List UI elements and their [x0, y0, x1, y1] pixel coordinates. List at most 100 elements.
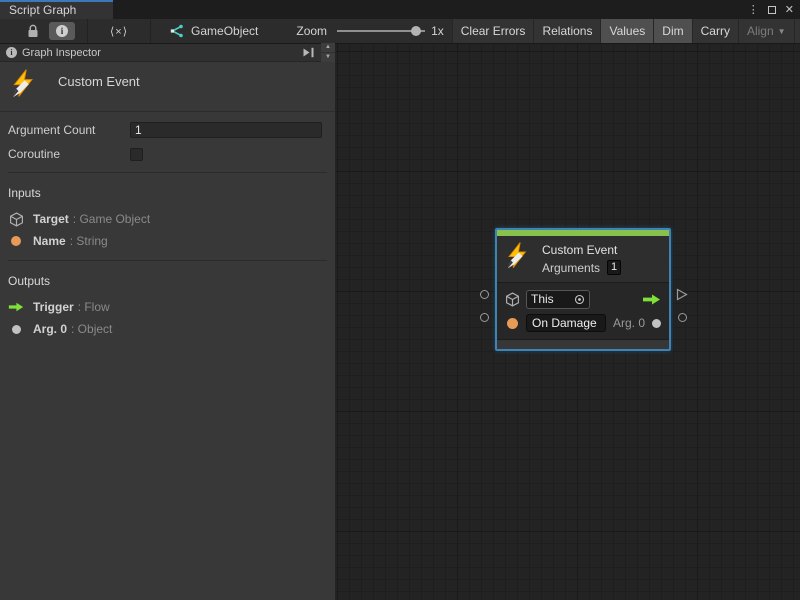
object-value-icon: [8, 321, 24, 337]
event-name-field[interactable]: On Damage: [526, 314, 606, 332]
inspected-node-header: Custom Event: [0, 62, 335, 112]
unity-script-graph-window: Script Graph ⋮ ✕ i ⟨×⟩: [0, 0, 800, 600]
tab-script-graph[interactable]: Script Graph: [0, 0, 113, 19]
scroll-down-icon[interactable]: ▼: [321, 53, 335, 62]
dim-button[interactable]: Dim: [653, 19, 691, 44]
coroutine-checkbox[interactable]: [130, 148, 143, 161]
argument-count-label: Argument Count: [8, 123, 130, 137]
output-port-trigger[interactable]: [676, 288, 688, 301]
info-icon: i: [6, 47, 17, 58]
zoom-slider[interactable]: [337, 25, 425, 37]
string-value-icon: [505, 316, 520, 331]
panel-spinner: ▲ ▼: [321, 43, 335, 62]
custom-event-icon: [10, 69, 40, 99]
port-name: Arg. 0: [33, 322, 67, 336]
node-header-text: Custom Event Arguments 1: [542, 242, 621, 275]
graph-owner-button[interactable]: [169, 24, 184, 38]
maximize-icon[interactable]: [768, 6, 776, 14]
section-divider: [8, 172, 327, 173]
argument-count-input[interactable]: 1: [130, 122, 322, 138]
distribute-button[interactable]: Distribute ▼: [794, 19, 800, 44]
node-name-row: On Damage Arg. 0: [505, 313, 661, 333]
arg0-port-dot: [652, 319, 661, 328]
button-label: Align: [747, 24, 774, 38]
arguments-label: Arguments: [542, 261, 600, 275]
dock-panel-icon[interactable]: [302, 47, 315, 58]
gameobject-icon: [169, 24, 184, 38]
port-name: Name: [33, 234, 66, 248]
node-target-row: This: [505, 289, 661, 309]
cube-icon: [8, 211, 24, 227]
values-button[interactable]: Values: [600, 19, 653, 44]
custom-event-icon: [505, 242, 533, 270]
port-name: Target: [33, 212, 69, 226]
input-row-target: Target : Game Object: [8, 208, 327, 230]
window-controls: ⋮ ✕: [748, 0, 794, 19]
flow-arrow-icon: [8, 299, 24, 315]
node-title: Custom Event: [542, 243, 621, 257]
target-picker-icon[interactable]: [574, 294, 585, 305]
flow-arrow-icon: [642, 294, 661, 305]
chevron-down-icon: ▼: [778, 27, 786, 36]
arg0-port-label: Arg. 0: [613, 316, 645, 330]
port-type: : String: [70, 234, 108, 248]
port-name: Trigger: [33, 300, 74, 314]
arguments-count-field[interactable]: 1: [607, 260, 621, 275]
zoom-value: 1x: [431, 24, 444, 38]
relations-button[interactable]: Relations: [533, 19, 600, 44]
custom-event-node[interactable]: Custom Event Arguments 1: [495, 228, 671, 351]
node-header[interactable]: Custom Event Arguments 1: [497, 236, 669, 282]
inputs-header: Inputs: [8, 186, 327, 200]
carry-button[interactable]: Carry: [692, 19, 738, 44]
scroll-up-icon[interactable]: ▲: [321, 43, 335, 52]
zoom-label: Zoom: [296, 24, 327, 38]
button-label: Carry: [701, 24, 730, 38]
gameobject-label[interactable]: GameObject: [191, 24, 258, 38]
input-port-target[interactable]: [480, 290, 489, 299]
graph-toolbar: i ⟨×⟩ GameObject Zoom 1x Clear Errors: [0, 19, 800, 44]
inputs-section: Inputs Target : Game Object Name : Strin…: [0, 177, 335, 265]
target-dropdown-value: This: [531, 292, 574, 306]
output-row-arg0: Arg. 0 : Object: [8, 318, 327, 340]
button-label: Dim: [662, 24, 683, 38]
lock-button[interactable]: [27, 24, 39, 38]
zoom-slider-handle[interactable]: [411, 26, 421, 36]
close-icon[interactable]: ✕: [785, 3, 794, 16]
section-divider: [8, 260, 327, 261]
inspector-toggle-button[interactable]: i: [49, 22, 75, 40]
target-dropdown[interactable]: This: [526, 290, 590, 309]
node-arguments-row: Arguments 1: [542, 260, 621, 275]
toolbar-divider: [150, 19, 151, 43]
coroutine-row: Coroutine: [8, 144, 327, 164]
input-row-name: Name : String: [8, 230, 327, 252]
port-type: : Game Object: [73, 212, 150, 226]
edit-code-button[interactable]: ⟨×⟩: [110, 25, 128, 38]
graph-inspector-panel: i Graph Inspector ▲ ▼ Custom Event: [0, 44, 336, 600]
graph-canvas[interactable]: Custom Event Arguments 1: [336, 44, 800, 600]
properties-block: Argument Count 1 Coroutine: [0, 112, 335, 177]
input-port-name[interactable]: [480, 313, 489, 322]
code-icon: ⟨×⟩: [110, 25, 128, 38]
info-icon: i: [56, 25, 68, 37]
tab-bar: Script Graph ⋮ ✕: [0, 0, 800, 19]
output-port-arg0[interactable]: [678, 313, 687, 322]
toolbar-divider: [87, 19, 88, 43]
button-label: Values: [609, 24, 645, 38]
outputs-header: Outputs: [8, 274, 327, 288]
button-label: Clear Errors: [461, 24, 526, 38]
node-box[interactable]: Custom Event Arguments 1: [495, 228, 671, 351]
button-label: Relations: [542, 24, 592, 38]
port-type: : Flow: [78, 300, 110, 314]
clear-errors-button[interactable]: Clear Errors: [452, 19, 534, 44]
align-button[interactable]: Align ▼: [738, 19, 794, 44]
inspector-title: Graph Inspector: [22, 47, 101, 59]
port-type: : Object: [71, 322, 112, 336]
tab-label: Script Graph: [9, 3, 76, 17]
lock-icon: [27, 24, 39, 38]
menu-icon[interactable]: ⋮: [748, 5, 759, 15]
node-footer: [497, 340, 669, 349]
inspector-titlebar-controls: ▲ ▼: [302, 44, 335, 62]
argument-count-row: Argument Count 1: [8, 120, 327, 140]
inspector-titlebar[interactable]: i Graph Inspector ▲ ▼: [0, 44, 335, 62]
cube-icon: [505, 292, 520, 307]
